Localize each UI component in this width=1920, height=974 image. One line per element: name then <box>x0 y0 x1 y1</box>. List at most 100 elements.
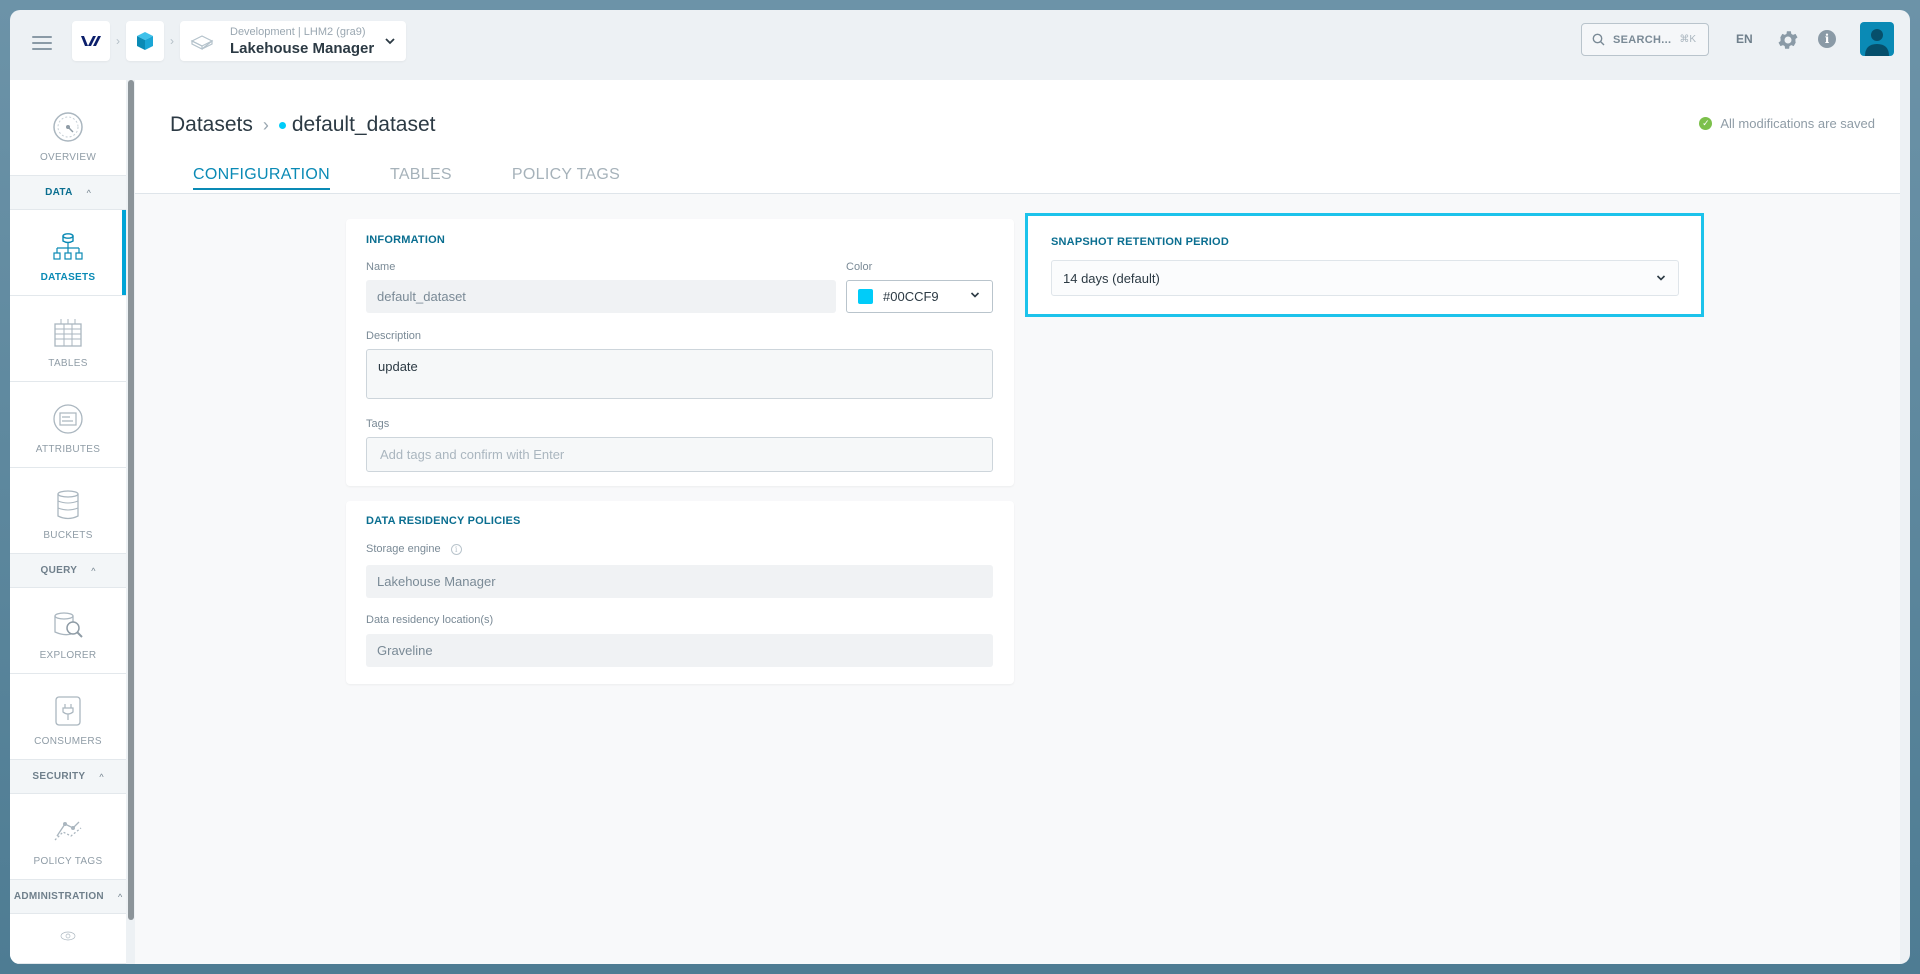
sidebar-item-label: ATTRIBUTES <box>35 444 101 455</box>
environment-label: Development | LHM2 (gra9) <box>230 25 366 38</box>
tables-icon <box>54 319 82 347</box>
page-title: default_dataset <box>291 113 436 136</box>
chevron-down-icon <box>1656 275 1666 281</box>
color-swatch <box>858 289 873 304</box>
description-label: Description <box>366 330 422 342</box>
card-title: SNAPSHOT RETENTION PERIOD <box>1051 236 1229 248</box>
admin-gear-icon <box>60 931 76 941</box>
search-button[interactable]: SEARCH... ⌘K <box>1581 23 1709 56</box>
info-icon[interactable]: i <box>1818 30 1836 48</box>
card-title: DATA RESIDENCY POLICIES <box>366 515 521 527</box>
save-status-text: All modifications are saved <box>1720 116 1875 131</box>
section-label: QUERY <box>40 565 78 576</box>
save-status: ✓ All modifications are saved <box>1699 116 1875 131</box>
forepaas-home-button[interactable] <box>126 21 164 61</box>
snapshot-retention-select[interactable]: 14 days (default) <box>1051 260 1679 296</box>
location-field: Graveline <box>366 634 993 667</box>
card-title: INFORMATION <box>366 234 445 246</box>
sidebar-item-label: OVERVIEW <box>39 152 97 163</box>
user-icon <box>1865 29 1889 56</box>
storage-engine-label-row: Storage engine i <box>366 543 462 555</box>
color-value: #00CCF9 <box>883 289 939 304</box>
sidebar-item-datasets[interactable]: DATASETS <box>10 210 126 296</box>
breadcrumb: Datasets › default_dataset <box>170 113 436 137</box>
main-content: Datasets › default_dataset ✓ All modific… <box>135 80 1900 964</box>
chevron-down-icon[interactable] <box>384 36 396 46</box>
dataset-color-dot <box>278 121 286 129</box>
app-name: Lakehouse Manager <box>230 39 375 57</box>
language-selector[interactable]: EN <box>1736 32 1753 46</box>
tags-input[interactable]: Add tags and confirm with Enter <box>366 437 993 472</box>
sidebar-item-explorer[interactable]: EXPLORER <box>10 588 126 674</box>
chevron-up-icon: ^ <box>99 771 104 782</box>
sidebar-item-attributes[interactable]: ATTRIBUTES <box>10 382 126 468</box>
sidebar-section-security[interactable]: SECURITY ^ <box>10 760 126 794</box>
sidebar-item-label: BUCKETS <box>43 530 93 541</box>
name-label: Name <box>366 261 396 273</box>
description-textarea[interactable]: update <box>366 349 993 399</box>
sidebar: OVERVIEW DATA ^ DATASETS TABLES ATTRIBUT… <box>10 80 126 964</box>
dashboard-gauge-icon <box>53 112 83 142</box>
chevron-right-icon: › <box>116 34 120 48</box>
sidebar-item-label: TABLES <box>48 358 88 369</box>
sidebar-item-tables[interactable]: TABLES <box>10 296 126 382</box>
sidebar-item-buckets[interactable]: BUCKETS <box>10 468 126 554</box>
attributes-icon <box>53 404 83 434</box>
search-label: SEARCH... <box>1613 33 1672 46</box>
chevron-up-icon: ^ <box>86 187 91 198</box>
hamburger-menu-icon[interactable] <box>32 36 52 52</box>
page-header: Datasets › default_dataset ✓ All modific… <box>135 80 1900 194</box>
sidebar-item-consumers[interactable]: CONSUMERS <box>10 674 126 760</box>
snapshot-retention-card: SNAPSHOT RETENTION PERIOD 14 days (defau… <box>1025 213 1704 317</box>
check-circle-icon: ✓ <box>1699 117 1713 130</box>
sidebar-item-label: POLICY TAGS <box>33 856 103 867</box>
search-shortcut: ⌘K <box>1679 34 1696 45</box>
sidebar-section-administration[interactable]: ADMINISTRATION ^ <box>10 880 126 914</box>
sidebar-section-query[interactable]: QUERY ^ <box>10 554 126 588</box>
explorer-magnifier-icon <box>54 612 83 638</box>
avatar[interactable] <box>1860 22 1894 56</box>
color-label: Color <box>846 261 873 273</box>
sidebar-item-policy-tags[interactable]: POLICY TAGS <box>10 794 126 880</box>
sidebar-item-administration[interactable] <box>10 914 126 964</box>
top-bar: › › Development | LHM2 (gra9) Lakehouse … <box>10 10 1910 80</box>
tab-tables[interactable]: TABLES <box>390 166 452 190</box>
storage-engine-label: Storage engine <box>366 543 441 555</box>
tab-policy-tags[interactable]: POLICY TAGS <box>512 166 620 190</box>
sidebar-item-label: CONSUMERS <box>34 736 102 747</box>
plug-icon <box>55 696 81 726</box>
storage-engine-field: Lakehouse Manager <box>366 565 993 598</box>
sidebar-item-label: EXPLORER <box>39 650 97 661</box>
app-window: › › Development | LHM2 (gra9) Lakehouse … <box>10 10 1910 964</box>
sidebar-scrollbar[interactable] <box>128 80 134 920</box>
color-select[interactable]: #00CCF9 <box>846 280 993 313</box>
data-residency-card: DATA RESIDENCY POLICIES Storage engine i… <box>346 501 1014 684</box>
chevron-up-icon: ^ <box>117 891 123 902</box>
ovh-logo-icon <box>81 36 101 46</box>
info-circle-icon[interactable]: i <box>450 543 462 555</box>
chevron-right-icon: › <box>262 114 269 135</box>
sidebar-item-overview[interactable]: OVERVIEW <box>10 80 126 176</box>
chevron-up-icon: ^ <box>91 565 96 576</box>
tags-label: Tags <box>366 418 390 430</box>
dataset-tree-icon <box>53 233 83 260</box>
sidebar-item-label: DATASETS <box>40 272 96 283</box>
gear-icon[interactable] <box>1776 28 1800 52</box>
desktop-frame: › › Development | LHM2 (gra9) Lakehouse … <box>0 0 1920 974</box>
sidebar-section-data[interactable]: DATA ^ <box>10 176 126 210</box>
name-field[interactable]: default_dataset <box>366 280 836 313</box>
app-switcher[interactable]: Development | LHM2 (gra9) Lakehouse Mana… <box>180 21 406 61</box>
section-label: SECURITY <box>32 771 86 782</box>
bucket-stack-icon <box>57 490 79 520</box>
tab-bar: CONFIGURATION TABLES POLICY TAGS <box>193 166 680 190</box>
policy-tags-icon <box>54 821 82 841</box>
chevron-down-icon <box>970 292 980 298</box>
company-logo-button[interactable] <box>72 21 110 61</box>
lakehouse-icon <box>190 35 214 50</box>
information-card: INFORMATION Name default_dataset Color #… <box>346 219 1014 486</box>
breadcrumb-datasets-link[interactable]: Datasets <box>170 113 253 137</box>
snapshot-retention-value: 14 days (default) <box>1063 270 1160 286</box>
tab-configuration[interactable]: CONFIGURATION <box>193 166 330 190</box>
section-label: DATA <box>45 187 73 198</box>
cube-logo-icon <box>137 32 153 50</box>
